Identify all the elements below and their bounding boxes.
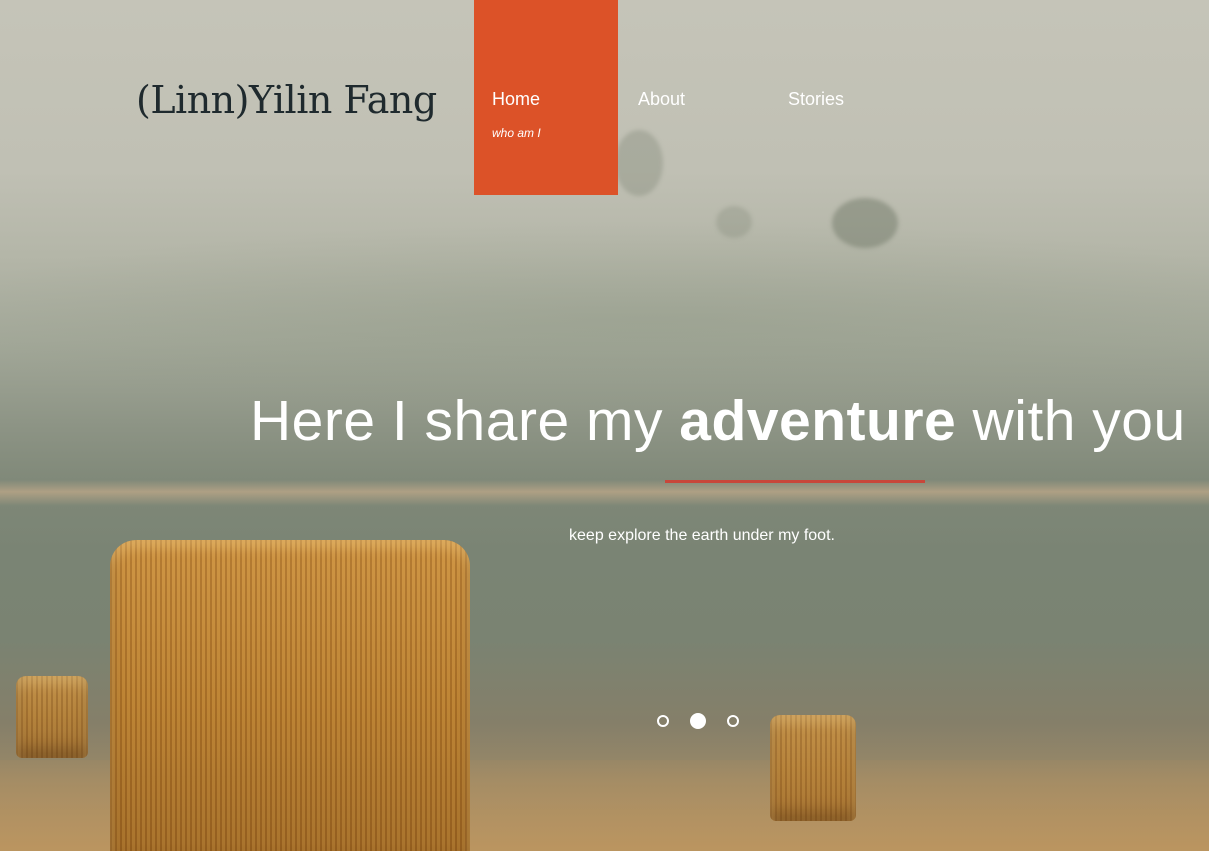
hero-headline: Here I share my adventure with you — [250, 388, 1186, 454]
background-tree — [716, 206, 752, 238]
background-field-band — [0, 480, 1209, 506]
main-nav: Home who am I About Stories — [474, 0, 914, 195]
slider-dot-1[interactable] — [657, 715, 669, 727]
headline-underline — [665, 480, 925, 483]
site-logo[interactable]: (Linn)Yilin Fang — [136, 78, 437, 122]
hay-bale-image — [16, 676, 88, 758]
headline-text-pre: Here I share my — [250, 389, 680, 453]
slider-dot-2[interactable] — [690, 713, 706, 729]
headline-emphasis: adventure — [679, 389, 957, 453]
nav-item-home[interactable]: Home who am I — [474, 0, 618, 195]
nav-item-label: Stories — [788, 89, 845, 109]
nav-item-subtitle: who am I — [492, 126, 541, 140]
nav-item-stories[interactable]: Stories — [766, 0, 914, 195]
nav-item-label: Home — [492, 89, 541, 109]
nav-item-label: About — [638, 89, 686, 109]
slider-dot-3[interactable] — [727, 715, 739, 727]
headline-text-post: with you — [956, 389, 1186, 453]
slider-pagination — [657, 713, 739, 729]
background-tree — [832, 198, 898, 248]
nav-item-about[interactable]: About — [618, 0, 766, 195]
hay-bale-image — [770, 715, 856, 821]
hero-subtitle: keep explore the earth under my foot. — [569, 527, 835, 544]
hero-section: (Linn)Yilin Fang Home who am I About Sto… — [0, 0, 1209, 851]
hay-bale-image — [110, 540, 470, 851]
